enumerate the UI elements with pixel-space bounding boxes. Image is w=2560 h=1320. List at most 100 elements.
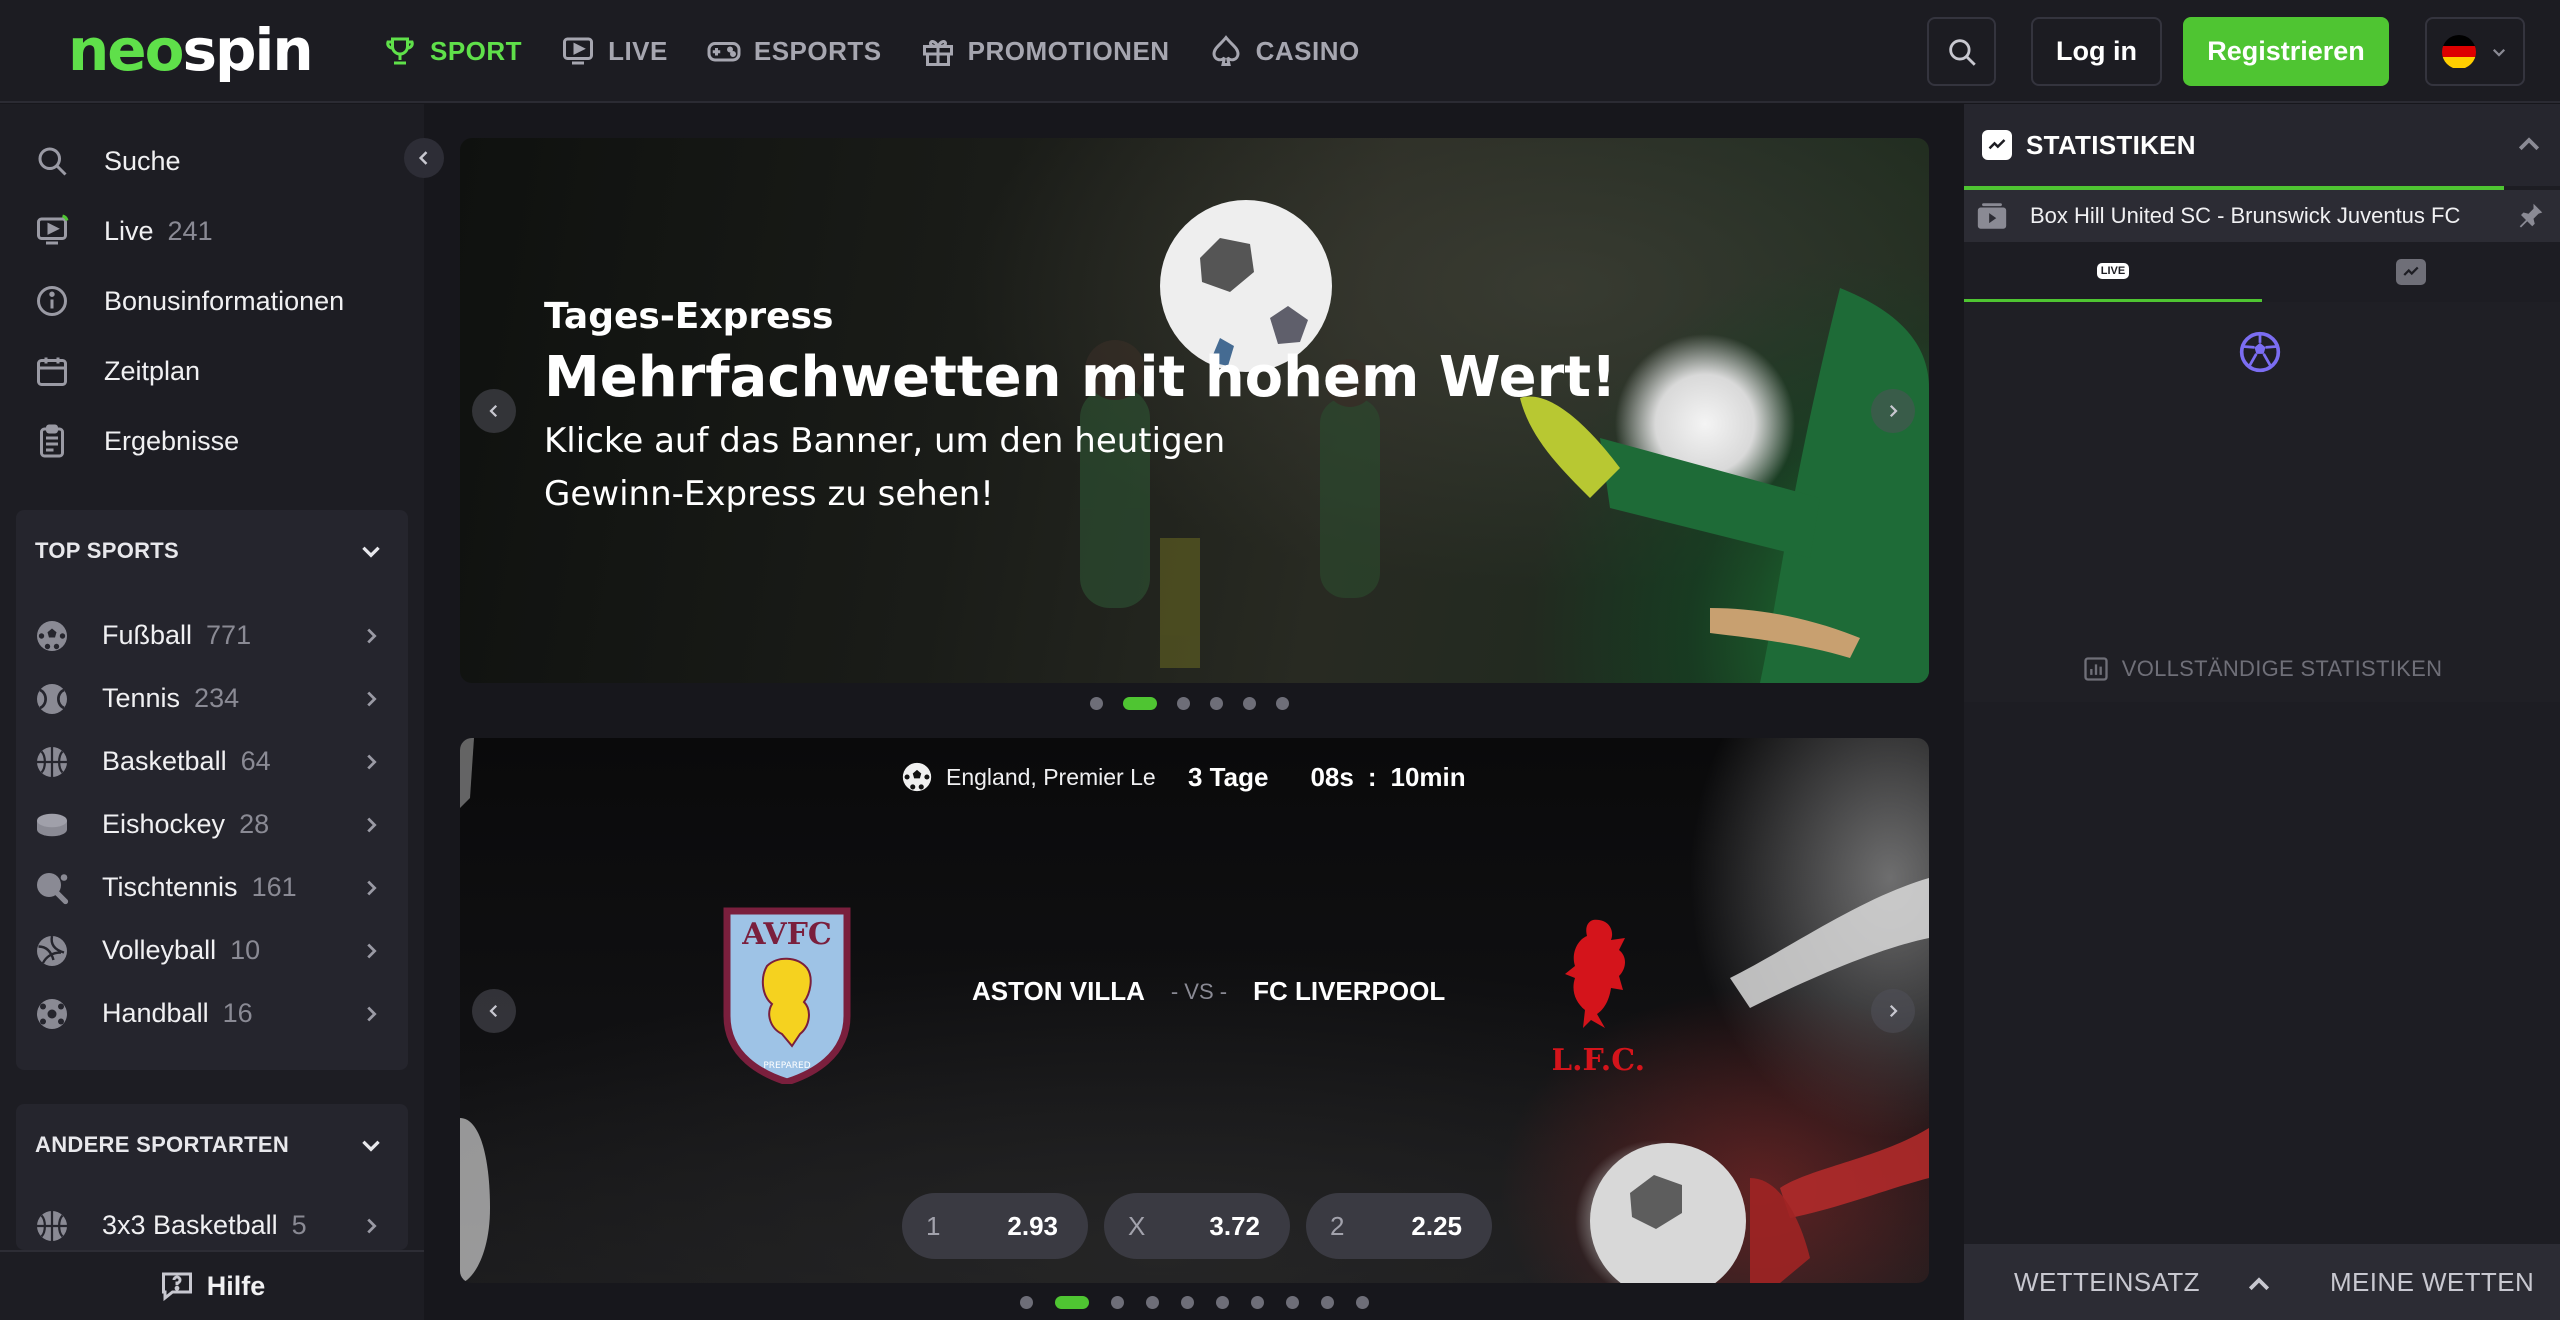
banner-next-button[interactable] — [1871, 389, 1915, 433]
sport-row-fussball[interactable]: Fußball 771 — [16, 604, 408, 667]
sport-row-eishockey[interactable]: Eishockey 28 — [16, 793, 408, 856]
other-sports-header[interactable]: ANDERE SPORTARTEN — [16, 1104, 408, 1186]
match-odds: 1 2.93 X 3.72 2 2.25 — [902, 1193, 1492, 1259]
header-search-button[interactable] — [1927, 17, 1996, 86]
handball-icon — [37, 998, 67, 1029]
sport-row-3x3-basketball[interactable]: 3x3 Basketball 5 — [16, 1194, 408, 1250]
sidebar-collapse-button[interactable] — [404, 138, 444, 178]
soccer-ball-icon — [2239, 331, 2281, 373]
chevron-right-icon — [1889, 404, 1898, 418]
match-pagination-dot[interactable] — [1181, 1296, 1194, 1309]
chevron-down-icon — [362, 1140, 380, 1152]
banner-pagination-dot[interactable] — [1210, 697, 1223, 710]
chevron-left-icon — [489, 404, 498, 418]
nav-esports[interactable]: ESPORTS — [706, 28, 882, 74]
liverpool-crest-icon: L.F.C. — [1553, 919, 1643, 1078]
tab-statistics[interactable] — [2262, 242, 2560, 302]
match-pagination — [1020, 1296, 1369, 1309]
odd-away-win[interactable]: 2 2.25 — [1306, 1193, 1492, 1259]
sport-row-handball[interactable]: Handball 16 — [16, 982, 408, 1045]
chevron-right-icon — [367, 628, 377, 643]
volleyball-icon — [37, 935, 67, 966]
home-team-name: ASTON VILLA — [972, 976, 1145, 1006]
banner-subtitle: Klicke auf das Banner, um den heutigen G… — [544, 421, 1226, 514]
match-pagination-dot[interactable] — [1321, 1296, 1334, 1309]
match-pagination-dot[interactable] — [1146, 1296, 1159, 1309]
svg-text:AVFC: AVFC — [741, 917, 832, 952]
banner-pagination-dot[interactable] — [1243, 697, 1256, 710]
away-team-name: FC LIVERPOOL — [1253, 976, 1446, 1006]
search-icon — [1948, 38, 1976, 66]
live-tv-icon — [563, 37, 594, 65]
banner-prev-button[interactable] — [472, 389, 516, 433]
match-pagination-dot[interactable] — [1251, 1296, 1264, 1309]
betslip-bar[interactable]: WETTEINSATZ MEINE WETTEN — [1964, 1244, 2560, 1320]
register-button[interactable]: Registrieren — [2183, 17, 2389, 86]
login-button[interactable]: Log in — [2031, 17, 2162, 86]
nav-casino[interactable]: CASINO — [1208, 28, 1360, 74]
gamepad-icon — [707, 42, 741, 62]
match-pagination-dot[interactable] — [1055, 1296, 1089, 1309]
aston-villa-crest-icon: AVFC PREPARED — [723, 907, 851, 1084]
statistics-body — [1964, 302, 2560, 702]
sidebar-item-live[interactable]: Live 241 — [0, 196, 424, 266]
statistics-header[interactable]: STATISTIKEN — [1964, 104, 2560, 186]
banner-pagination-dot[interactable] — [1177, 697, 1190, 710]
sport-row-volleyball[interactable]: Volleyball 10 — [16, 919, 408, 982]
statistics-match-selector[interactable]: Box Hill United SC - Brunswick Juventus … — [1964, 190, 2560, 242]
top-sports-panel: TOP SPORTS Fußball 771 Tennis 234 Basketba… — [16, 510, 408, 1070]
nav-live[interactable]: LIVE — [560, 28, 668, 74]
sidebar-item-suche[interactable]: Suche — [0, 126, 424, 196]
pin-icon[interactable] — [2516, 200, 2546, 230]
match-next-button[interactable] — [1871, 989, 1915, 1033]
match-pagination-dot[interactable] — [1216, 1296, 1229, 1309]
chevron-up-icon — [2518, 137, 2540, 151]
match-countdown: 3 Tage 08s : 10min — [1188, 761, 1466, 792]
sport-row-basketball[interactable]: Basketball 64 — [16, 730, 408, 793]
match-prev-button[interactable] — [472, 989, 516, 1033]
chevron-down-icon — [2492, 48, 2506, 57]
sidebar-item-bonusinformationen[interactable]: Bonusinformationen — [0, 266, 424, 336]
sidebar-item-zeitplan[interactable]: Zeitplan — [0, 336, 424, 406]
banner-pagination-dot[interactable] — [1090, 697, 1103, 710]
banner-pagination — [1090, 697, 1289, 710]
sport-row-tischtennis[interactable]: Tischtennis 161 — [16, 856, 408, 919]
match-teams: ASTON VILLA - VS - FC LIVERPOOL — [972, 976, 1446, 1006]
chevron-right-icon — [367, 817, 377, 832]
chevron-right-icon — [367, 1006, 377, 1021]
nav-sport[interactable]: SPORT — [382, 28, 522, 74]
full-statistics-link[interactable]: VOLLSTÄNDIGE STATISTIKEN — [1964, 644, 2560, 694]
match-pagination-dot[interactable] — [1111, 1296, 1124, 1309]
language-selector[interactable] — [2425, 17, 2525, 86]
betslip-stake-tab[interactable]: WETTEINSATZ — [2014, 1267, 2200, 1298]
basketball-icon — [37, 746, 67, 777]
tennis-ball-icon — [37, 683, 67, 714]
soccer-ball-icon — [902, 762, 932, 792]
odd-draw[interactable]: X 3.72 — [1104, 1193, 1290, 1259]
banner-pagination-dot[interactable] — [1123, 697, 1157, 710]
statistics-panel: STATISTIKEN Box Hill United SC - Brunswi… — [1964, 104, 2560, 1320]
tab-live[interactable]: LIVE — [1964, 242, 2262, 302]
match-league: England, Premier League — [900, 757, 1156, 797]
chart-icon — [2396, 259, 2426, 285]
hockey-puck-icon — [37, 813, 67, 836]
nav-promotionen[interactable]: PROMOTIONEN — [920, 28, 1170, 74]
chevron-right-icon — [367, 943, 377, 958]
clipboard-icon — [40, 424, 64, 458]
match-pagination-dot[interactable] — [1286, 1296, 1299, 1309]
my-bets-tab[interactable]: MEINE WETTEN — [2330, 1267, 2534, 1298]
match-pagination-dot[interactable] — [1356, 1296, 1369, 1309]
chevron-up-icon[interactable] — [2244, 1270, 2274, 1300]
match-pagination-dot[interactable] — [1020, 1296, 1033, 1309]
sport-row-tennis[interactable]: Tennis 234 — [16, 667, 408, 730]
soccer-ball-icon — [37, 620, 67, 651]
neospin-logo[interactable]: neospin — [68, 18, 314, 82]
statistics-tabs: LIVE — [1964, 242, 2560, 302]
odd-home-win[interactable]: 1 2.93 — [902, 1193, 1088, 1259]
banner-pagination-dot[interactable] — [1276, 697, 1289, 710]
help-button[interactable]: Hilfe — [0, 1250, 424, 1320]
top-sports-header[interactable]: TOP SPORTS — [16, 510, 408, 592]
sidebar-item-ergebnisse[interactable]: Ergebnisse — [0, 406, 424, 476]
main-nav: SPORT LIVE ESPORTS PROMOTIONEN CASINO — [382, 28, 1398, 74]
chevron-left-icon — [418, 151, 428, 165]
